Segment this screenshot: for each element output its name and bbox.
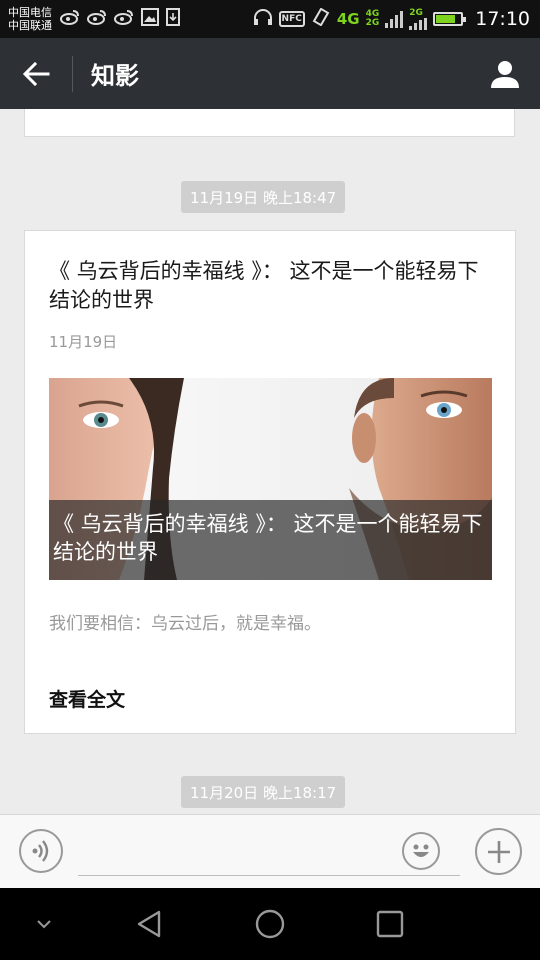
emoji-button[interactable]	[402, 832, 440, 870]
collapse-button[interactable]	[20, 902, 68, 946]
emoji-icon	[413, 844, 429, 857]
status-bar: 中国电信 中国联通 NFC 4G 4G 2G 2G 17:10	[0, 0, 540, 38]
network-dual-label: 4G 2G	[365, 9, 380, 28]
arrow-left-icon	[22, 61, 50, 86]
nfc-icon: NFC	[278, 11, 305, 27]
add-attachment-button[interactable]	[475, 828, 522, 875]
plus-icon	[487, 840, 510, 863]
weibo-icon	[60, 9, 80, 29]
vibrate-icon	[311, 7, 331, 30]
page-title: 知影	[91, 62, 139, 90]
headphones-icon	[253, 8, 273, 30]
timestamp-badge: 11月20日 晚上18:17	[181, 776, 346, 808]
weibo-icon	[114, 9, 134, 29]
cover-caption: 《 乌云背后的幸福线 》： 这不是一个能轻易下结论的世界	[49, 500, 492, 580]
recents-square-icon	[376, 910, 404, 938]
person-icon	[491, 60, 519, 88]
signal-2-icon	[409, 17, 428, 30]
back-nav-button[interactable]	[126, 902, 174, 946]
network-4g-label: 4G	[336, 10, 360, 28]
message-list[interactable]: 11月19日 晚上18:47 《 乌云背后的幸福线 》： 这不是一个能轻易下结论…	[0, 109, 540, 814]
image-icon	[141, 8, 159, 30]
status-time: 17:10	[475, 8, 530, 30]
download-icon	[166, 8, 180, 30]
voice-button[interactable]	[19, 829, 63, 873]
title-bar: 知影	[0, 38, 540, 109]
read-full-article-link[interactable]: 查看全文	[49, 685, 125, 712]
carrier-1: 中国电信	[8, 6, 52, 19]
previous-article-card[interactable]	[24, 109, 515, 137]
weibo-icon	[87, 9, 107, 29]
system-nav-bar	[0, 888, 540, 960]
voice-icon	[32, 840, 49, 862]
home-circle-icon	[255, 909, 285, 939]
profile-button[interactable]	[470, 38, 540, 109]
home-nav-button[interactable]	[246, 902, 294, 946]
recents-nav-button[interactable]	[366, 902, 414, 946]
timestamp-badge: 11月19日 晚上18:47	[181, 181, 346, 213]
article-card[interactable]: 《 乌云背后的幸福线 》： 这不是一个能轻易下结论的世界 11月19日 《 乌云…	[24, 230, 516, 734]
input-bar	[0, 814, 540, 888]
article-digest: 我们要相信：乌云过后，就是幸福。	[49, 614, 321, 634]
network-2g-label: 2G	[409, 7, 423, 18]
article-cover-image[interactable]: 《 乌云背后的幸福线 》： 这不是一个能轻易下结论的世界	[49, 378, 492, 580]
back-triangle-icon	[137, 910, 161, 938]
title-divider	[72, 55, 73, 92]
article-date: 11月19日	[49, 333, 118, 351]
carrier-labels: 中国电信 中国联通	[8, 6, 52, 32]
article-title: 《 乌云背后的幸福线 》： 这不是一个能轻易下结论的世界	[49, 259, 479, 312]
back-button[interactable]	[0, 38, 72, 109]
carrier-2: 中国联通	[8, 19, 52, 32]
battery-icon	[433, 12, 467, 26]
signal-1-icon	[385, 10, 404, 28]
collapse-icon	[37, 920, 51, 929]
